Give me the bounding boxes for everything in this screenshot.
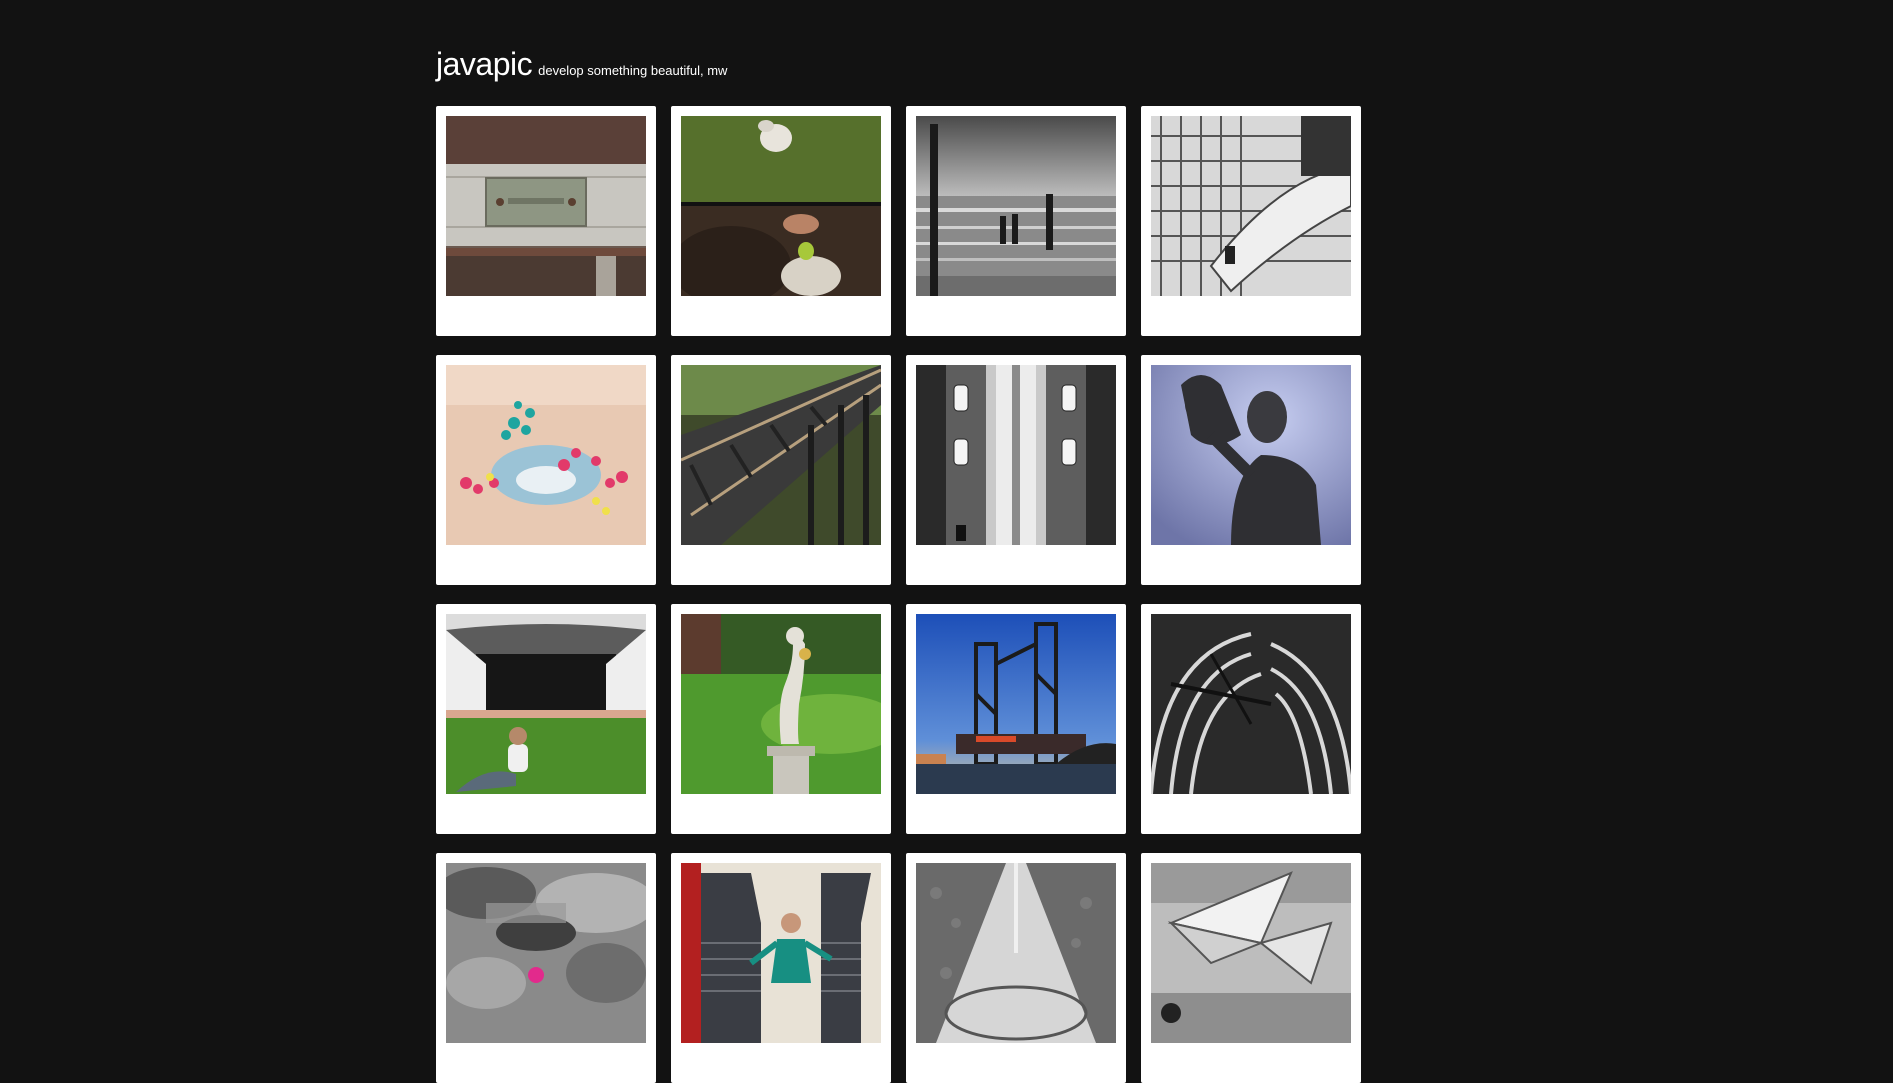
photo-thumbnail[interactable] (446, 365, 646, 545)
photo-thumbnail[interactable] (681, 614, 881, 794)
beach-pilings-photo (916, 116, 1116, 296)
photo-thumbnail[interactable] (1151, 863, 1351, 1043)
paper-plane-sculpture-photo (1151, 863, 1351, 1043)
photo-card[interactable] (436, 604, 656, 834)
photo-thumbnail[interactable] (446, 863, 646, 1043)
photo-card[interactable] (436, 853, 656, 1083)
garden-statue-photo (681, 614, 881, 794)
photo-card[interactable] (436, 355, 656, 585)
photo-thumbnail[interactable] (681, 365, 881, 545)
site-header: javapic develop something beautiful, mw (436, 46, 727, 83)
photo-card[interactable] (906, 106, 1126, 336)
photo-thumbnail[interactable] (446, 116, 646, 296)
photo-thumbnail[interactable] (1151, 116, 1351, 296)
photo-thumbnail[interactable] (1151, 614, 1351, 794)
photo-thumbnail[interactable] (1151, 365, 1351, 545)
aerial-street-cars-photo (916, 365, 1116, 545)
cathedral-arches-photo (1151, 614, 1351, 794)
stone-texture-photo (446, 863, 646, 1043)
site-tagline: develop something beautiful, mw (538, 63, 728, 78)
photo-thumbnail[interactable] (916, 116, 1116, 296)
photo-card[interactable] (671, 106, 891, 336)
photo-card[interactable] (1141, 853, 1361, 1083)
photo-thumbnail[interactable] (916, 863, 1116, 1043)
photo-card[interactable] (671, 853, 891, 1083)
photo-thumbnail[interactable] (446, 614, 646, 794)
photo-card[interactable] (906, 355, 1126, 585)
photo-thumbnail[interactable] (916, 365, 1116, 545)
photo-thumbnail[interactable] (681, 863, 881, 1043)
photo-card[interactable] (1141, 106, 1361, 336)
girl-columns-photo (681, 863, 881, 1043)
mother-child-statue-photo (1151, 365, 1351, 545)
photo-card[interactable] (671, 355, 891, 585)
pavement-path-photo (916, 863, 1116, 1043)
photo-card[interactable] (1141, 355, 1361, 585)
photo-card[interactable] (906, 853, 1126, 1083)
dog-toy-photo (681, 116, 881, 296)
photo-grid (436, 106, 1361, 1083)
girl-amphitheater-photo (446, 614, 646, 794)
photo-thumbnail[interactable] (681, 116, 881, 296)
rusty-nameplate-photo (446, 116, 646, 296)
lift-bridge-photo (916, 614, 1116, 794)
photo-card[interactable] (436, 106, 656, 336)
photo-card[interactable] (1141, 604, 1361, 834)
railway-trestle-photo (681, 365, 881, 545)
painted-toes-photo (446, 365, 646, 545)
photo-card[interactable] (906, 604, 1126, 834)
photo-thumbnail[interactable] (916, 614, 1116, 794)
hangar-airplane-photo (1151, 116, 1351, 296)
photo-card[interactable] (671, 604, 891, 834)
site-title[interactable]: javapic (436, 46, 533, 82)
